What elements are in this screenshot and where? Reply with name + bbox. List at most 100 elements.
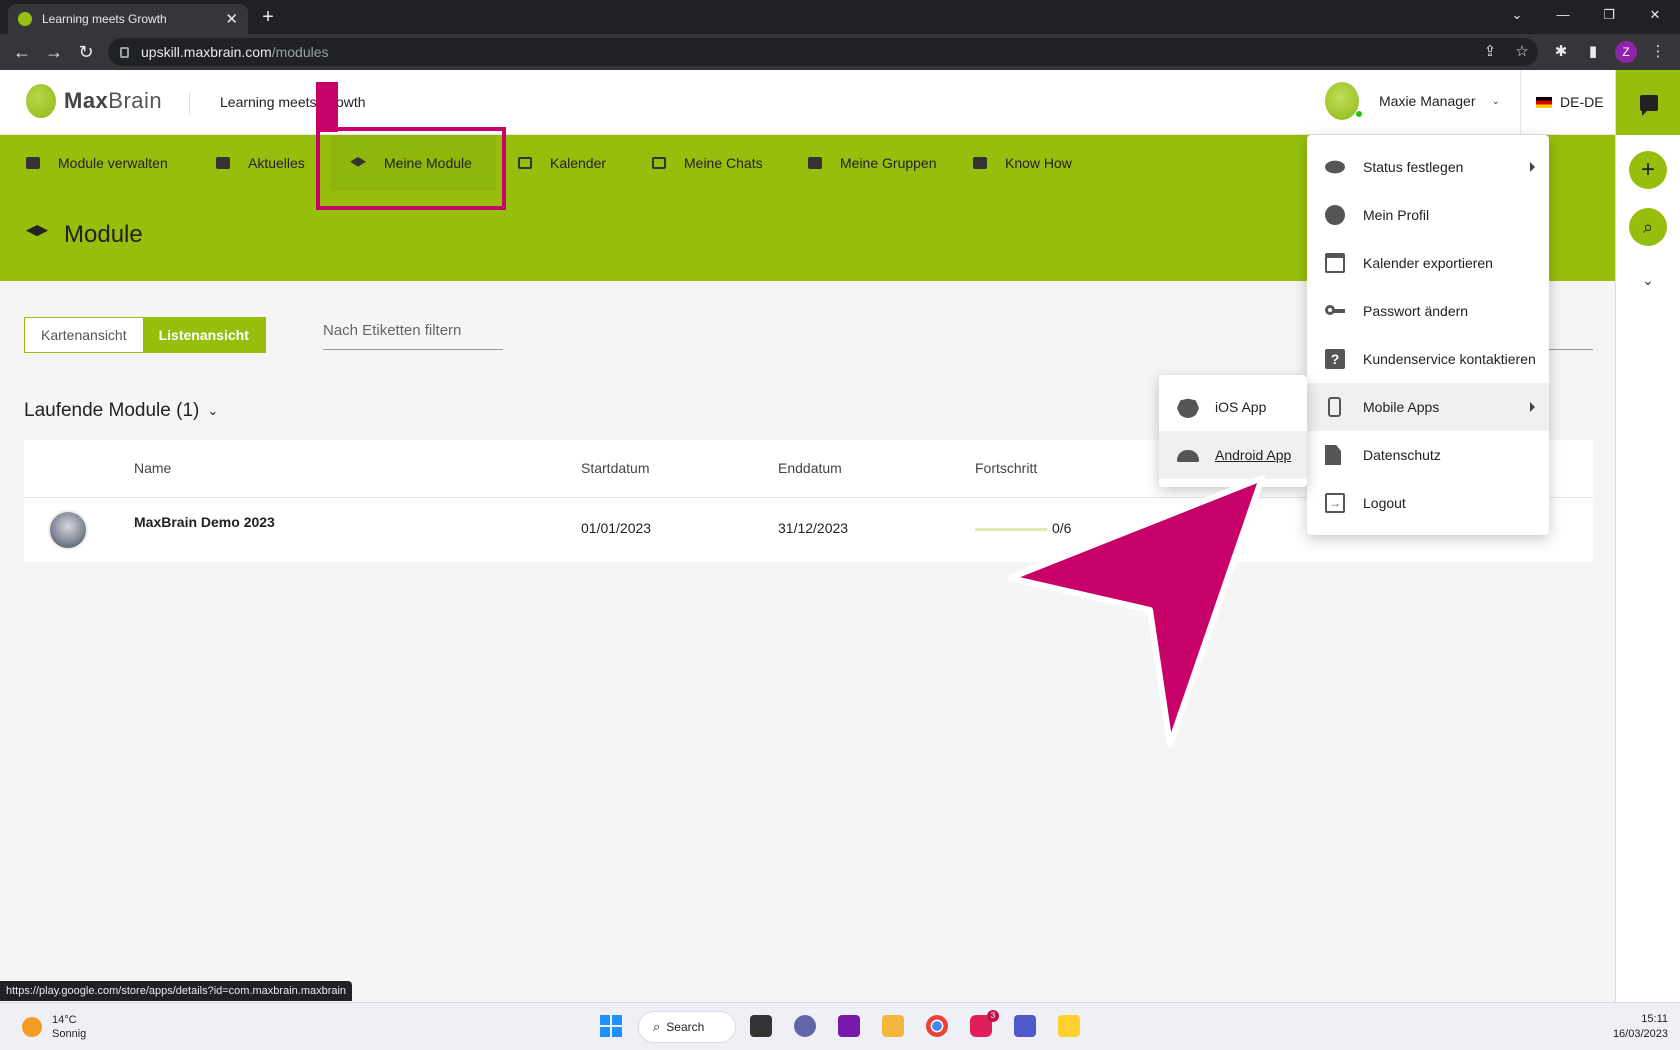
nav-label: Meine Chats: [684, 155, 763, 171]
calendar-icon: [518, 157, 532, 169]
sun-icon: [22, 1017, 42, 1037]
logo-text: MaxBrain: [64, 88, 163, 113]
menu-item-datenschutz[interactable]: Datenschutz: [1307, 431, 1549, 479]
column-name[interactable]: Name: [134, 460, 171, 476]
restore-icon[interactable]: ❐: [1586, 0, 1632, 30]
menu-item-label: Kalender exportieren: [1363, 255, 1493, 271]
address-bar[interactable]: upskill.maxbrain.com/modules: [108, 38, 1538, 66]
teams-chat-icon[interactable]: [794, 1015, 816, 1037]
menu-item-kundenservice[interactable]: ? Kundenservice kontaktieren: [1307, 335, 1549, 383]
submenu-arrow-icon: [1530, 402, 1535, 412]
nav-kalender[interactable]: Kalender: [518, 135, 606, 191]
annotation-highlight-box: [316, 127, 506, 210]
nav-aktuelles[interactable]: Aktuelles: [216, 135, 305, 191]
menu-item-kalender-exportieren[interactable]: Kalender exportieren: [1307, 239, 1549, 287]
link-status-url: https://play.google.com/store/apps/detai…: [0, 981, 353, 1001]
system-clock[interactable]: 15:11 16/03/2023: [1613, 1012, 1668, 1042]
tab-title: Learning meets Growth: [42, 12, 167, 26]
reload-icon[interactable]: ↻: [74, 40, 98, 64]
menu-item-status-festlegen[interactable]: Status festlegen: [1307, 143, 1549, 191]
rail-chevron-down-icon[interactable]: ⌄: [1638, 272, 1658, 292]
close-window-icon[interactable]: ✕: [1632, 0, 1678, 30]
brain-logo-icon: [26, 84, 56, 118]
news-icon: [216, 157, 230, 169]
nav-module-verwalten[interactable]: Module verwalten: [26, 135, 188, 191]
view-toggle: Kartenansicht Listenansicht: [24, 317, 266, 353]
file-explorer-icon[interactable]: [882, 1015, 904, 1037]
tag-filter-input[interactable]: Nach Etiketten filtern: [323, 322, 503, 350]
bookmark-star-icon[interactable]: ☆: [1512, 42, 1532, 62]
back-icon[interactable]: ←: [10, 40, 34, 64]
chat-button[interactable]: [1616, 70, 1680, 135]
user-menu-trigger[interactable]: Maxie Manager ⌄: [1325, 82, 1500, 120]
privacy-icon: [1325, 445, 1341, 465]
miro-icon[interactable]: [1058, 1015, 1080, 1037]
lock-icon: [120, 46, 129, 58]
chevron-down-icon: ⌄: [1491, 95, 1500, 107]
section-title: Laufende Module (1): [24, 400, 200, 421]
manage-modules-icon: [26, 157, 40, 169]
chat-icon: [1639, 94, 1658, 116]
tagline: Learning meets Growth: [220, 94, 366, 110]
list-view-button[interactable]: Listenansicht: [142, 318, 265, 352]
windows-start-icon[interactable]: [600, 1015, 622, 1037]
groups-icon: [808, 157, 822, 169]
browser-menu-icon[interactable]: ⋮: [1648, 42, 1668, 62]
key-icon: [1325, 301, 1345, 321]
column-startdatum[interactable]: Startdatum: [581, 460, 649, 476]
menu-item-mobile-apps[interactable]: Mobile Apps: [1307, 383, 1549, 431]
chrome-icon[interactable]: [926, 1015, 948, 1037]
arrow-shape: [1007, 475, 1265, 748]
new-tab-button[interactable]: +: [256, 6, 280, 30]
eye-icon: [1325, 160, 1345, 174]
menu-item-label: Mein Profil: [1363, 207, 1430, 223]
column-enddatum[interactable]: Enddatum: [778, 460, 842, 476]
menu-item-label: Passwort ändern: [1363, 303, 1469, 319]
nav-meine-gruppen[interactable]: Meine Gruppen: [808, 135, 937, 191]
user-dropdown-menu: Status festlegen Mein Profil Kalender ex…: [1307, 135, 1549, 535]
onenote-icon[interactable]: [838, 1015, 860, 1037]
weather-widget[interactable]: 14°C Sonnig: [22, 1013, 86, 1041]
user-avatar: [1325, 82, 1363, 120]
user-name: Maxie Manager: [1379, 93, 1476, 109]
taskbar-search[interactable]: ⌕ Search: [638, 1011, 736, 1043]
menu-item-label: Status festlegen: [1363, 159, 1464, 175]
submenu-item-ios-app[interactable]: iOS App: [1159, 383, 1307, 431]
page-title: Module: [64, 221, 143, 248]
nav-label: Kalender: [550, 155, 607, 171]
browser-tab[interactable]: Learning meets Growth ✕: [8, 4, 248, 34]
browser-profile-avatar[interactable]: Z: [1615, 41, 1637, 63]
search-icon: ⌕: [653, 1019, 661, 1034]
browser-toolbar: ← → ↻ upskill.maxbrain.com/modules ⇪ ☆: [0, 34, 1680, 70]
side-panel-icon[interactable]: ▮: [1583, 42, 1603, 62]
menu-item-mein-profil[interactable]: Mein Profil: [1307, 191, 1549, 239]
share-icon[interactable]: ⇪: [1480, 42, 1500, 62]
language-switcher[interactable]: DE-DE: [1536, 94, 1604, 110]
search-button[interactable]: ⌕: [1629, 208, 1667, 246]
menu-item-label: Kundenservice kontaktieren: [1363, 351, 1536, 367]
logout-icon: →: [1325, 493, 1345, 513]
menu-item-label: Logout: [1363, 495, 1406, 511]
nav-know-how[interactable]: Know How: [973, 135, 1072, 191]
running-modules-toggle[interactable]: Laufende Module (1) ⌄: [24, 400, 218, 422]
menu-item-logout[interactable]: → Logout: [1307, 479, 1549, 527]
app-header: MaxBrain Learning meets Growth Maxie Man…: [0, 70, 1615, 135]
task-view-icon[interactable]: [750, 1015, 772, 1037]
forward-icon[interactable]: →: [42, 40, 66, 64]
maxbrain-logo[interactable]: MaxBrain: [26, 84, 162, 118]
card-view-button[interactable]: Kartenansicht: [25, 318, 143, 352]
annotation-highlight-tab: [316, 82, 338, 132]
teams-icon[interactable]: [1014, 1015, 1036, 1037]
account-icon: [1325, 205, 1345, 225]
tab-close-icon[interactable]: ✕: [225, 10, 238, 28]
module-name[interactable]: MaxBrain Demo 2023: [134, 514, 275, 530]
tab-search-icon[interactable]: ⌄: [1494, 0, 1540, 30]
nav-meine-chats[interactable]: Meine Chats: [652, 135, 763, 191]
extensions-icon[interactable]: ✱: [1551, 42, 1571, 62]
clock-time: 15:11: [1641, 1013, 1668, 1025]
add-button[interactable]: +: [1629, 151, 1667, 189]
minimize-icon[interactable]: —: [1540, 0, 1586, 30]
android-icon: [1177, 450, 1199, 462]
menu-item-passwort-aendern[interactable]: Passwort ändern: [1307, 287, 1549, 335]
book-icon: [973, 157, 987, 169]
